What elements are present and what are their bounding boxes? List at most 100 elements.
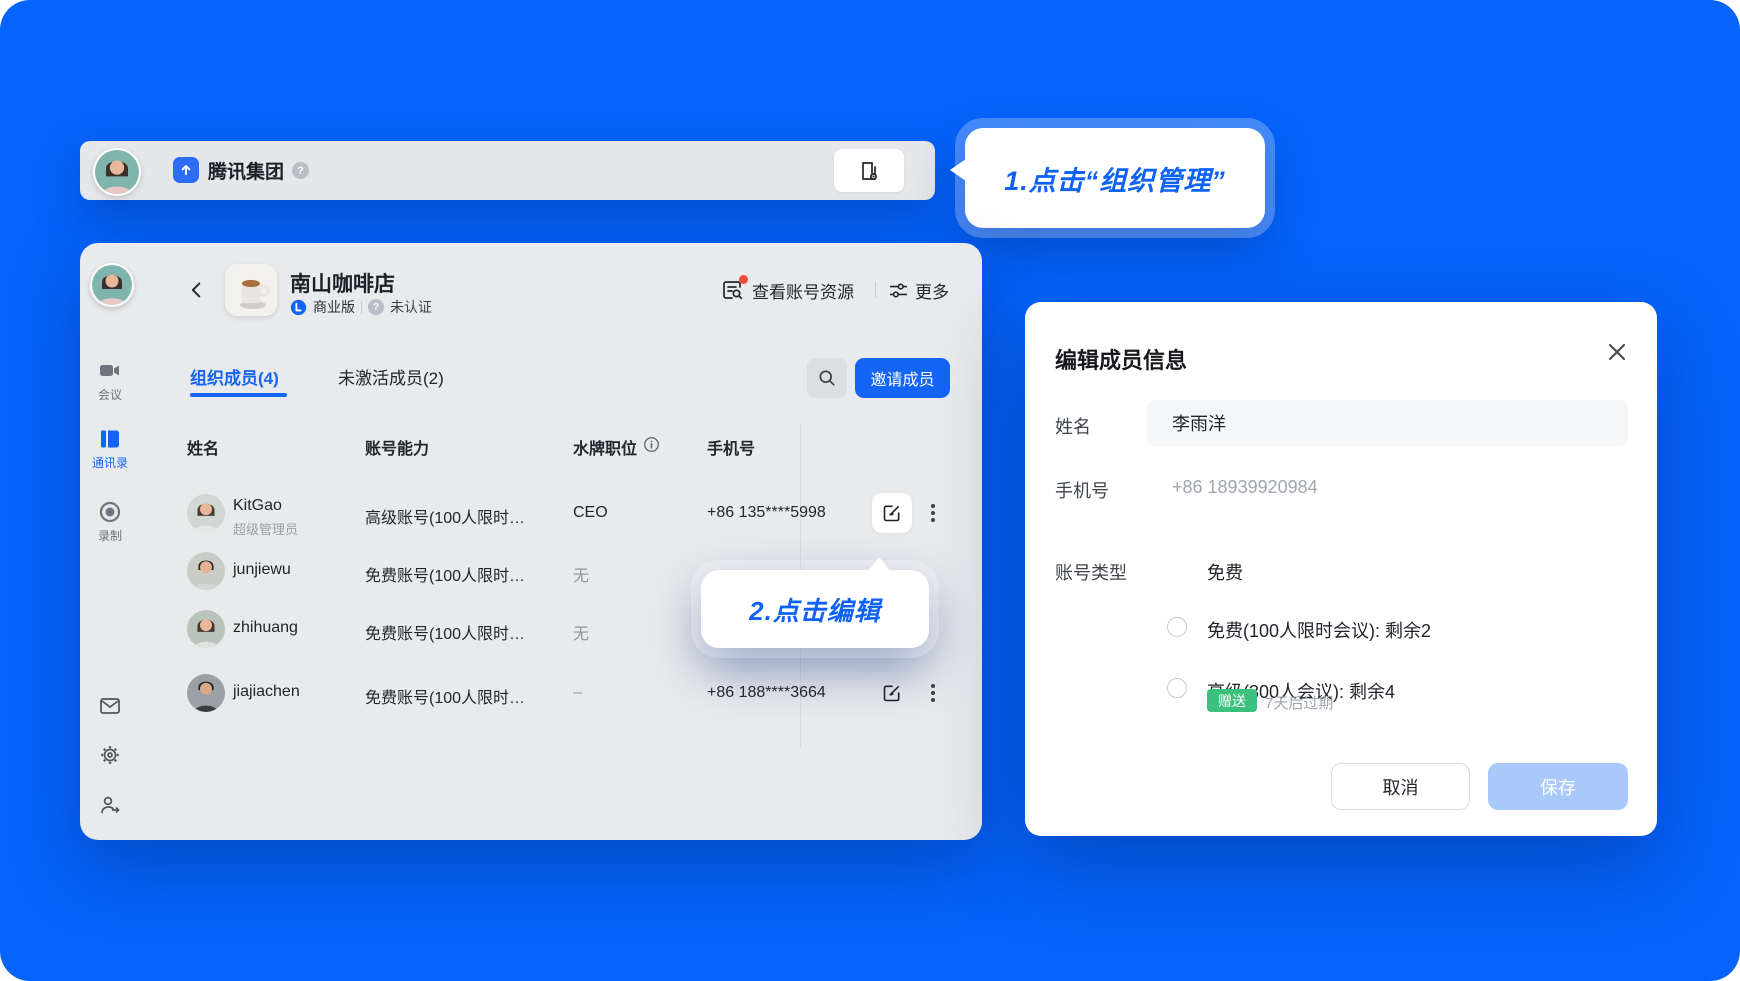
org-subtitle: 商业版 ? 未认证 [290, 298, 432, 316]
member-phone: +86 135****5998 [707, 504, 826, 522]
member-position: 无 [573, 562, 589, 586]
tencent-meeting-logo-icon [173, 157, 199, 183]
member-name: KitGao [233, 497, 282, 515]
divider [361, 301, 362, 314]
edit-member-button[interactable] [882, 683, 902, 703]
edition-badge-icon [290, 299, 307, 316]
user-avatar-image [95, 150, 139, 194]
col-header-position: 水牌职位 [573, 435, 637, 459]
video-camera-icon [98, 359, 122, 383]
edit-icon [882, 503, 902, 523]
address-book-icon [98, 427, 122, 451]
sliders-icon [888, 280, 909, 301]
org-management-window: 会议 通讯录 录制 [80, 243, 982, 840]
envelope-icon [98, 694, 122, 718]
member-ability: 免费账号(100人限时… [365, 684, 525, 708]
verify-status: 未认证 [390, 297, 432, 317]
callout-tail [950, 159, 966, 181]
cancel-button[interactable]: 取消 [1331, 763, 1470, 810]
gift-badge: 赠送 [1207, 689, 1257, 712]
member-avatar [187, 552, 225, 590]
back-button[interactable] [184, 276, 210, 304]
kebab-icon [931, 691, 935, 695]
more-button[interactable]: 更多 [888, 276, 949, 304]
name-input[interactable] [1147, 400, 1628, 446]
member-ability: 高级账号(100人限时… [365, 504, 525, 528]
chevron-left-icon [186, 279, 208, 301]
col-header-ability: 账号能力 [365, 435, 429, 459]
member-name: jiajiachen [233, 683, 300, 701]
gear-icon [98, 743, 122, 767]
switch-account-button[interactable] [98, 793, 122, 817]
save-button[interactable]: 保存 [1488, 763, 1628, 810]
member-name: junjiewu [233, 561, 291, 579]
col-header-name: 姓名 [187, 435, 219, 459]
divider [875, 282, 876, 298]
user-avatar[interactable] [93, 148, 141, 196]
account-type-label: 账号类型 [1055, 559, 1127, 585]
edit-member-modal: 编辑成员信息 姓名 手机号 +86 18939920984 账号类型 免费 免费… [1025, 302, 1657, 836]
member-position: CEO [573, 504, 608, 522]
org-title: 南山咖啡店 [290, 268, 395, 298]
tab-inactive-members[interactable]: 未激活成员(2) [338, 364, 444, 389]
org-help-icon[interactable]: ? [292, 162, 309, 179]
row-more-button[interactable] [925, 503, 941, 523]
notification-dot [739, 275, 748, 284]
sidebar-item-label: 会议 [98, 388, 122, 402]
person-arrows-icon [98, 793, 122, 817]
active-tab-underline [190, 393, 287, 397]
search-icon [817, 368, 837, 388]
radio-free-100[interactable] [1167, 617, 1187, 637]
screenshot: 腾讯集团 ? 1.点击“组织管理” 会议 通讯录 [0, 0, 1740, 981]
org-bar: 腾讯集团 ? [80, 141, 935, 200]
gift-expiry-note: 7天后过期 [1265, 692, 1333, 713]
settings-button[interactable] [98, 743, 122, 767]
close-icon [1605, 340, 1629, 364]
callout-tail [868, 557, 890, 571]
member-name: zhihuang [233, 619, 298, 637]
name-label: 姓名 [1055, 413, 1091, 439]
sidebar-item-meetings[interactable]: 会议 [80, 359, 140, 403]
radio-premium-300[interactable] [1167, 678, 1187, 698]
org-name: 腾讯集团 [208, 141, 284, 200]
phone-label: 手机号 [1055, 477, 1109, 503]
row-more-button[interactable] [925, 683, 941, 703]
kebab-icon [931, 511, 935, 515]
info-icon[interactable] [643, 436, 660, 453]
member-role: 超级管理员 [233, 519, 298, 538]
sidebar-item-recordings[interactable]: 录制 [80, 500, 140, 544]
view-account-resources-button[interactable]: 查看账号资源 [721, 276, 854, 304]
search-button[interactable] [807, 358, 847, 398]
close-button[interactable] [1603, 338, 1631, 366]
modal-title: 编辑成员信息 [1055, 343, 1187, 375]
edit-member-button[interactable] [882, 503, 902, 523]
record-icon [98, 500, 122, 524]
sidebar-item-label: 录制 [98, 529, 122, 543]
callout-step2-text: 2.点击编辑 [749, 591, 881, 628]
org-logo [225, 264, 277, 316]
member-avatar [187, 610, 225, 648]
verify-help-icon: ? [368, 299, 384, 315]
invite-member-button[interactable]: 邀请成员 [855, 358, 950, 398]
member-position: 无 [573, 620, 589, 644]
member-phone: +86 188****3664 [707, 684, 826, 702]
org-management-button[interactable] [834, 149, 904, 192]
sidebar-item-label: 通讯录 [92, 456, 128, 470]
phone-value: +86 18939920984 [1172, 477, 1318, 498]
member-avatar [187, 494, 225, 532]
radio-free-label[interactable]: 免费 [1207, 559, 1243, 585]
callout-step1: 1.点击“组织管理” [965, 128, 1265, 228]
member-ability: 免费账号(100人限时… [365, 620, 525, 644]
radio-free-100-label[interactable]: 免费(100人限时会议): 剩余2 [1207, 617, 1431, 643]
tab-org-members[interactable]: 组织成员(4) [190, 364, 279, 389]
more-label: 更多 [915, 278, 949, 303]
col-header-phone: 手机号 [707, 435, 755, 459]
edition-badge-label: 商业版 [313, 297, 355, 317]
member-ability: 免费账号(100人限时… [365, 562, 525, 586]
sidebar-item-contacts[interactable]: 通讯录 [80, 427, 140, 471]
app-sidebar: 会议 通讯录 录制 [80, 243, 140, 840]
mail-button[interactable] [98, 694, 122, 718]
callout-step2: 2.点击编辑 [701, 570, 929, 648]
sidebar-avatar[interactable] [90, 263, 134, 307]
member-position: – [573, 684, 582, 702]
